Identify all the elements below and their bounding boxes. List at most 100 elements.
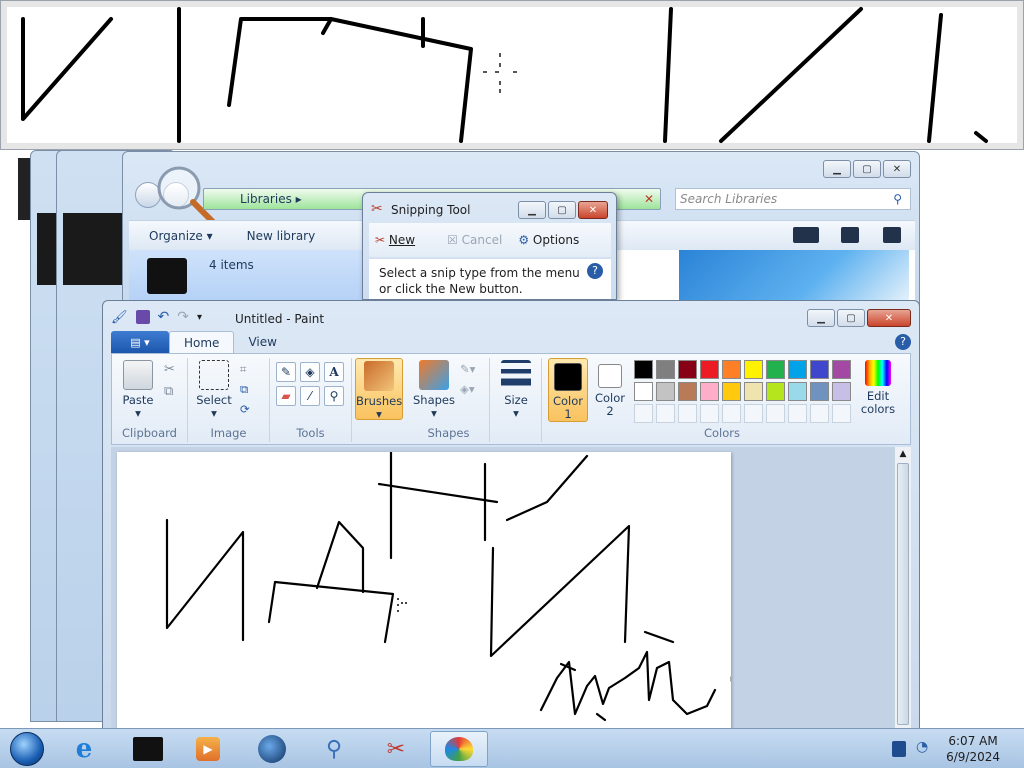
start-button[interactable] <box>2 731 52 767</box>
color-swatch[interactable] <box>656 360 675 379</box>
snipping-tool-window[interactable]: ✂ Snipping Tool ▁ ▢ ✕ ✂ New ☒ Cancel ⚙ O… <box>362 192 617 300</box>
scroll-thumb[interactable] <box>897 463 909 725</box>
taskbar-libraries[interactable] <box>120 731 176 767</box>
organize-button[interactable]: Organize ▾ <box>149 229 213 243</box>
copy-icon[interactable]: ⧉ <box>164 384 173 399</box>
shapes-button[interactable]: Shapes ▾ <box>410 358 458 420</box>
crop-icon[interactable]: ⌗ <box>240 362 246 377</box>
color1-button[interactable]: Color 1 <box>548 358 588 422</box>
minimize-button[interactable]: ▁ <box>518 201 546 219</box>
empty-color-swatch[interactable] <box>810 404 829 423</box>
taskbar-internet-explorer[interactable]: e <box>56 731 112 767</box>
color-swatch[interactable] <box>722 360 741 379</box>
tab-home[interactable]: Home <box>169 331 235 353</box>
empty-color-swatch[interactable] <box>656 404 675 423</box>
color-picker-icon[interactable]: ⁄ <box>300 386 320 406</box>
empty-color-swatch[interactable] <box>722 404 741 423</box>
color-swatch[interactable] <box>678 382 697 401</box>
clock[interactable]: 6:07 AM 6/9/2024 <box>946 733 1000 765</box>
fill-shape-icon[interactable]: ◈▾ <box>460 382 475 396</box>
color-swatch[interactable] <box>700 360 719 379</box>
color-swatch[interactable] <box>634 360 653 379</box>
search-input[interactable]: Search Libraries ⚲ <box>675 188 911 210</box>
color-swatch[interactable] <box>700 382 719 401</box>
drawing-canvas[interactable] <box>117 450 736 731</box>
pencil-icon[interactable]: ✎ <box>276 362 296 382</box>
taskbar-media-player[interactable]: ▶ <box>180 731 236 767</box>
color-swatch[interactable] <box>678 360 697 379</box>
taskbar-paint[interactable] <box>430 731 488 767</box>
empty-color-swatch[interactable] <box>832 404 851 423</box>
close-button[interactable]: ✕ <box>883 160 911 178</box>
network-icon: ⚲ <box>325 736 343 762</box>
color-swatch[interactable] <box>634 382 653 401</box>
resize-icon[interactable]: ⧉ <box>240 382 248 397</box>
color2-button[interactable]: Color 2 <box>590 358 630 422</box>
new-snip-button[interactable]: ✂ New <box>375 233 415 247</box>
fill-icon[interactable]: ◈ <box>300 362 320 382</box>
paint-window[interactable]: 🖌 ↶ ↷ ▾ Untitled - Paint ▁ ▢ ✕ ▤ ▾ Home … <box>102 300 920 731</box>
color-swatch[interactable] <box>766 360 785 379</box>
empty-color-swatch[interactable] <box>766 404 785 423</box>
search-icon[interactable]: ⚲ <box>893 189 902 209</box>
maximize-button[interactable]: ▢ <box>837 309 865 327</box>
preview-pane-icon[interactable] <box>841 227 859 243</box>
maximize-button[interactable]: ▢ <box>853 160 881 178</box>
brushes-button[interactable]: Brushes ▾ <box>355 358 403 421</box>
tab-view[interactable]: View <box>234 331 290 353</box>
close-icon[interactable]: ✕ <box>644 189 654 209</box>
color-swatch[interactable] <box>744 382 763 401</box>
paste-button[interactable]: Paste ▾ <box>114 358 162 420</box>
taskbar-snipping-tool[interactable]: ✂ <box>368 731 424 767</box>
network-status-icon[interactable]: ◔ <box>916 739 928 755</box>
view-options-icon[interactable] <box>793 227 819 243</box>
help-icon[interactable]: ? <box>895 334 911 350</box>
empty-color-swatch[interactable] <box>744 404 763 423</box>
color-swatch[interactable] <box>810 382 829 401</box>
rotate-icon[interactable]: ⟳ <box>240 402 250 416</box>
color-swatch[interactable] <box>766 382 785 401</box>
color-swatch[interactable] <box>744 360 763 379</box>
color-swatch[interactable] <box>722 382 741 401</box>
color-swatch[interactable] <box>810 360 829 379</box>
redo-icon[interactable]: ↷ <box>177 309 189 325</box>
empty-color-swatch[interactable] <box>700 404 719 423</box>
cut-icon[interactable]: ✂ <box>164 362 175 377</box>
select-button[interactable]: Select ▾ <box>190 358 238 420</box>
customize-toolbar-icon[interactable]: ▾ <box>197 312 202 323</box>
options-button[interactable]: ⚙ Options <box>518 233 579 247</box>
action-center-icon[interactable] <box>892 741 906 757</box>
close-button[interactable]: ✕ <box>867 309 911 327</box>
paint-menu-button[interactable]: ▤ ▾ <box>111 331 169 353</box>
vertical-scrollbar[interactable]: ▲ <box>894 447 911 731</box>
color-swatch[interactable] <box>656 382 675 401</box>
minimize-button[interactable]: ▁ <box>823 160 851 178</box>
minimize-button[interactable]: ▁ <box>807 309 835 327</box>
save-icon[interactable] <box>135 310 150 324</box>
color-swatch[interactable] <box>832 360 851 379</box>
group-label-colors: Colors <box>703 426 741 440</box>
color-swatch[interactable] <box>788 360 807 379</box>
help-icon[interactable] <box>883 227 901 243</box>
new-library-button[interactable]: New library <box>247 229 316 243</box>
edit-colors-button[interactable]: Edit colors <box>856 358 900 416</box>
taskbar-network[interactable]: ⚲ <box>306 731 362 767</box>
taskbar-globe[interactable] <box>244 731 300 767</box>
undo-icon[interactable]: ↶ <box>158 309 170 325</box>
size-button[interactable]: Size ▾ <box>492 358 540 420</box>
scroll-up-icon[interactable]: ▲ <box>897 449 909 461</box>
eraser-icon[interactable]: ▰ <box>276 386 296 406</box>
address-breadcrumb[interactable]: Libraries <box>240 192 292 206</box>
close-button[interactable]: ✕ <box>578 201 608 219</box>
maximize-button[interactable]: ▢ <box>548 201 576 219</box>
color-swatch[interactable] <box>788 382 807 401</box>
help-icon[interactable]: ? <box>587 263 603 279</box>
color-swatch[interactable] <box>832 382 851 401</box>
cancel-button[interactable]: ☒ Cancel <box>447 233 502 247</box>
text-icon[interactable]: A <box>324 362 344 382</box>
empty-color-swatch[interactable] <box>788 404 807 423</box>
empty-color-swatch[interactable] <box>634 404 653 423</box>
outline-icon[interactable]: ✎▾ <box>460 362 475 376</box>
magnifier-icon[interactable]: ⚲ <box>324 386 344 406</box>
empty-color-swatch[interactable] <box>678 404 697 423</box>
